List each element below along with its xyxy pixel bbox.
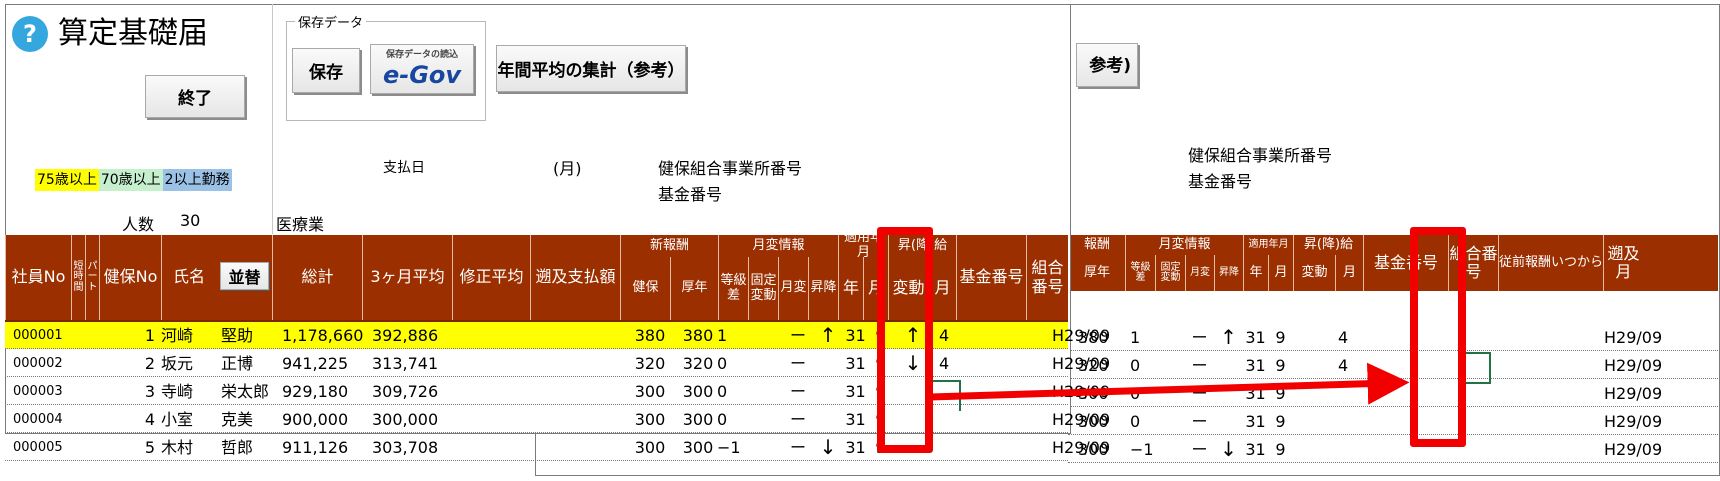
arrow-annotation (929, 362, 1410, 405)
arrow-line (929, 362, 1410, 405)
